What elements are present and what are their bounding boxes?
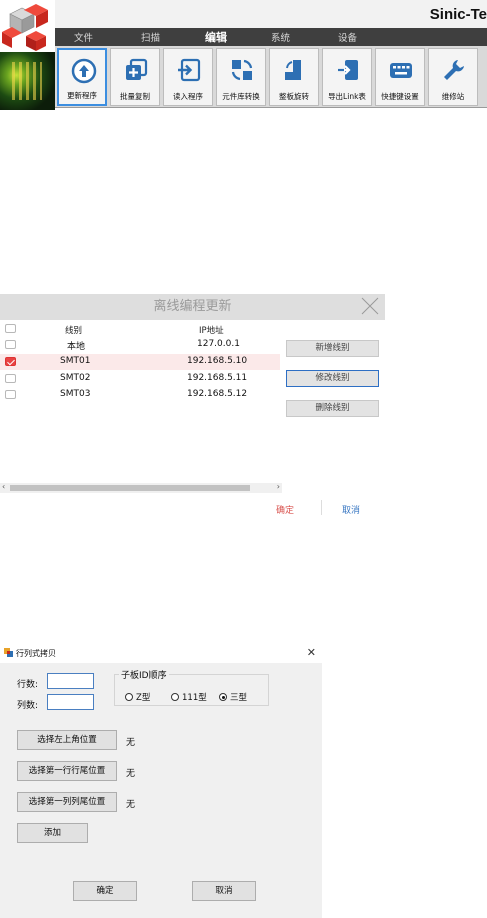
cube-logo-icon: [2, 4, 48, 51]
add-button[interactable]: 添加: [17, 823, 88, 843]
radio-three-type[interactable]: 三型: [219, 691, 247, 703]
column-header-ip: IP地址: [199, 326, 224, 336]
keyboard-icon: [390, 63, 412, 78]
library-convert-label: 元件库转换: [222, 92, 260, 101]
batch-copy-icon: [126, 58, 148, 80]
row-checkbox[interactable]: [5, 374, 16, 383]
dialog-title: 行列式拷贝: [16, 649, 56, 658]
update-program-button[interactable]: 更新程序: [57, 48, 107, 106]
subboard-order-group: 子板ID顺序 Z型 111型 三型: [114, 668, 269, 706]
row-checkbox[interactable]: [5, 357, 16, 366]
title-bar: Sinic-Te: [55, 0, 487, 28]
cancel-button[interactable]: 取消: [192, 881, 256, 901]
offline-update-dialog: 离线编程更新 线别 IP地址 本地 127.0.0.1 SMT01 192.16…: [0, 294, 385, 519]
app-ribbon: Sinic-Te 文件 扫描 编辑 系统 设备 更新程序 批量复制 读入程序 元…: [0, 0, 487, 110]
import-program-label: 读入程序: [173, 92, 203, 101]
radio-dot: [171, 693, 179, 701]
toolbar: 更新程序 批量复制 读入程序 元件库转换 整板旋转 导出Link表 快捷键设置 …: [55, 46, 487, 108]
radio-dot: [125, 693, 133, 701]
horizontal-scrollbar[interactable]: ‹ ›: [0, 482, 282, 493]
ip-cell: 192.168.5.11: [187, 373, 248, 383]
menu-edit[interactable]: 编辑: [205, 29, 227, 45]
scroll-right-icon[interactable]: ›: [277, 482, 280, 491]
app-logo: [0, 0, 55, 52]
rotate-board-label: 整板旋转: [279, 92, 309, 101]
columns-input[interactable]: [47, 694, 94, 710]
top-left-status: 无: [126, 738, 136, 748]
radio-111-type[interactable]: 111型: [171, 691, 207, 703]
radio-label: 三型: [230, 693, 248, 703]
table-row[interactable]: SMT03 192.168.5.12: [0, 387, 280, 403]
row-checkbox[interactable]: [5, 390, 16, 399]
select-row-end-button[interactable]: 选择第一行行尾位置: [17, 761, 117, 781]
wrench-icon: [444, 60, 464, 80]
app-window-icon: [4, 648, 13, 657]
brand-title: Sinic-Te: [429, 6, 487, 23]
add-line-button[interactable]: 新增线别: [286, 340, 379, 357]
update-program-label: 更新程序: [67, 91, 97, 100]
upload-circle-icon: [71, 58, 97, 84]
menu-device[interactable]: 设备: [338, 30, 357, 44]
menu-scan[interactable]: 扫描: [141, 30, 160, 44]
row-checkbox[interactable]: [5, 340, 16, 349]
columns-label: 列数:: [17, 701, 39, 711]
close-icon[interactable]: [361, 297, 379, 315]
ip-cell: 192.168.5.12: [187, 389, 248, 399]
rotate-board-icon: [285, 60, 301, 80]
cancel-button[interactable]: 取消: [342, 503, 360, 516]
modify-line-button[interactable]: 修改线别: [286, 370, 379, 387]
select-column-end-button[interactable]: 选择第一列列尾位置: [17, 792, 117, 812]
table-row[interactable]: SMT01 192.168.5.10: [0, 354, 280, 370]
column-end-status: 无: [126, 800, 136, 810]
table-row[interactable]: 本地 127.0.0.1: [0, 337, 280, 353]
convert-icon: [231, 59, 253, 81]
ok-button[interactable]: 确定: [276, 503, 294, 516]
export-icon: [338, 60, 358, 80]
line-cell: SMT02: [60, 373, 91, 383]
line-cell: SMT01: [60, 356, 91, 366]
scroll-left-icon[interactable]: ‹: [2, 482, 5, 491]
select-top-left-button[interactable]: 选择左上角位置: [17, 730, 117, 750]
batch-copy-button[interactable]: 批量复制: [110, 48, 160, 106]
ok-button[interactable]: 确定: [73, 881, 137, 901]
dialog-title: 离线编程更新: [0, 294, 385, 320]
export-link-label: 导出Link表: [328, 92, 366, 101]
shortcut-settings-button[interactable]: 快捷键设置: [375, 48, 425, 106]
select-all-checkbox[interactable]: [5, 324, 16, 333]
close-icon[interactable]: ✕: [307, 646, 316, 659]
radio-label: Z型: [136, 693, 151, 703]
import-icon: [178, 58, 201, 82]
table-row[interactable]: SMT02 192.168.5.11: [0, 371, 280, 387]
rotate-board-button[interactable]: 整板旋转: [269, 48, 319, 106]
line-cell: 本地: [67, 342, 86, 352]
column-header-line: 线别: [65, 326, 83, 336]
row-column-copy-dialog: 行列式拷贝 ✕ 行数: 列数: 子板ID顺序 Z型 111型 三型 选择左上角位…: [0, 643, 322, 918]
menu-system[interactable]: 系统: [271, 30, 290, 44]
rows-input[interactable]: [47, 673, 94, 689]
scrollbar-thumb[interactable]: [10, 485, 250, 491]
button-divider: [321, 500, 322, 515]
repair-station-label: 维修站: [441, 92, 465, 101]
radio-z-type[interactable]: Z型: [125, 691, 150, 703]
export-link-button[interactable]: 导出Link表: [322, 48, 372, 106]
board-photo: [0, 52, 55, 110]
batch-copy-label: 批量复制: [120, 92, 150, 101]
ip-cell: 127.0.0.1: [197, 339, 240, 349]
line-cell: SMT03: [60, 389, 91, 399]
group-label: 子板ID顺序: [119, 668, 169, 681]
rows-label: 行数:: [17, 680, 39, 690]
dialog-titlebar: 行列式拷贝 ✕: [0, 643, 322, 663]
delete-line-button[interactable]: 删除线别: [286, 400, 379, 417]
menu-bar: 文件 扫描 编辑 系统 设备: [55, 28, 487, 46]
radio-label: 111型: [182, 693, 207, 703]
shortcut-settings-label: 快捷键设置: [381, 92, 419, 101]
import-program-button[interactable]: 读入程序: [163, 48, 213, 106]
menu-file[interactable]: 文件: [74, 30, 93, 44]
radio-dot-selected: [219, 693, 227, 701]
row-end-status: 无: [126, 769, 136, 779]
library-convert-button[interactable]: 元件库转换: [216, 48, 266, 106]
repair-station-button[interactable]: 维修站: [428, 48, 478, 106]
ip-cell: 192.168.5.10: [187, 356, 248, 366]
